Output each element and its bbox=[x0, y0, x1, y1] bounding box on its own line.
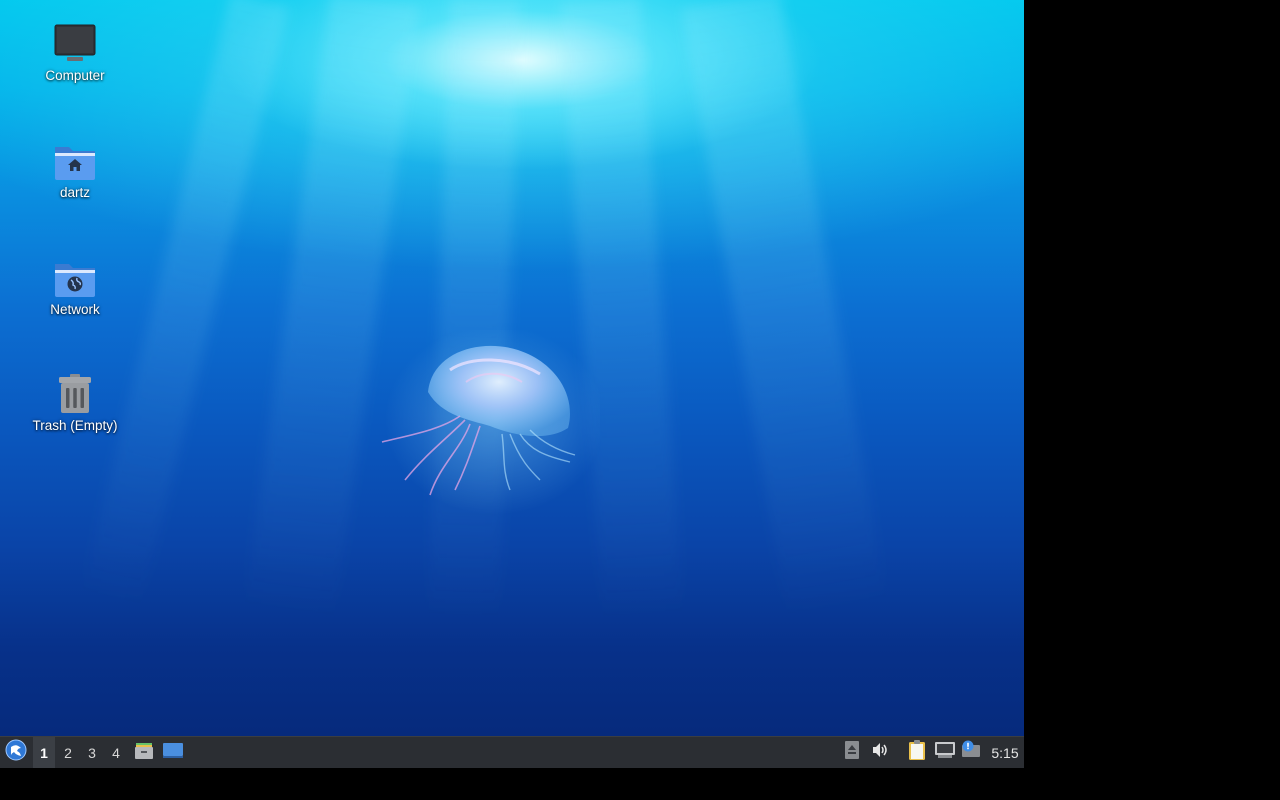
light-ray bbox=[680, 0, 887, 620]
file-manager-launcher[interactable] bbox=[132, 737, 156, 768]
clipboard-button[interactable] bbox=[905, 737, 929, 768]
file-manager-icon bbox=[134, 740, 154, 765]
volume-icon bbox=[871, 741, 889, 764]
computer-icon bbox=[53, 22, 97, 66]
clipboard-icon bbox=[907, 739, 927, 766]
eject-button[interactable] bbox=[842, 737, 862, 768]
show-desktop-button[interactable] bbox=[160, 737, 186, 768]
desktop-icon-home[interactable]: dartz bbox=[20, 139, 130, 200]
desktop-wallpaper[interactable]: Computer dartz Network Trash (Empty) bbox=[0, 0, 1024, 736]
eject-icon bbox=[844, 740, 860, 765]
network-folder-icon bbox=[53, 256, 97, 300]
taskbar: 1 2 3 4 5:15 bbox=[0, 736, 1024, 768]
update-notifier-button[interactable] bbox=[959, 737, 983, 768]
home-folder-icon bbox=[53, 139, 97, 183]
desktop-icon-network[interactable]: Network bbox=[20, 256, 130, 317]
desktop-icon-label: Network bbox=[50, 302, 100, 317]
desktop-icon-trash[interactable]: Trash (Empty) bbox=[20, 372, 130, 433]
screen: Computer dartz Network Trash (Empty) 1 2… bbox=[0, 0, 1024, 768]
desktop-icon-label: Trash (Empty) bbox=[32, 418, 118, 433]
desktop-icon-label: Computer bbox=[45, 68, 105, 83]
workspace-4[interactable]: 4 bbox=[105, 737, 127, 768]
trash-icon bbox=[53, 372, 97, 416]
desktop-icon-computer[interactable]: Computer bbox=[20, 22, 130, 83]
workspace-3[interactable]: 3 bbox=[81, 737, 103, 768]
clock[interactable]: 5:15 bbox=[986, 737, 1024, 768]
volume-button[interactable] bbox=[868, 737, 892, 768]
start-menu-button[interactable] bbox=[2, 737, 30, 768]
desktop-icon-label: dartz bbox=[59, 185, 90, 200]
show-desktop-icon bbox=[162, 740, 184, 765]
workspace-2[interactable]: 2 bbox=[57, 737, 79, 768]
jellyfish-image bbox=[381, 330, 600, 515]
network-wired-icon bbox=[934, 741, 956, 764]
update-notifier-icon bbox=[960, 740, 982, 765]
workspace-1[interactable]: 1 bbox=[33, 737, 55, 768]
network-button[interactable] bbox=[933, 737, 957, 768]
start-menu-icon bbox=[5, 739, 27, 766]
